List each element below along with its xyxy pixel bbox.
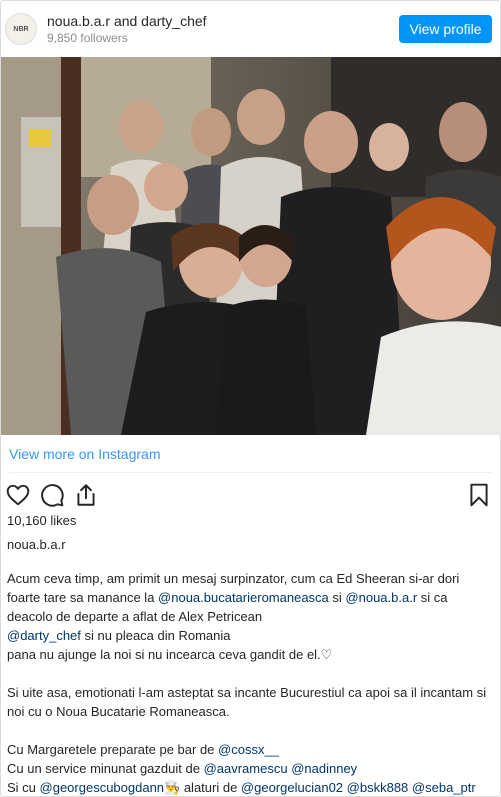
caption-paragraph-1: Acum ceva timp, am primit un mesaj surpi… xyxy=(7,569,494,664)
caption-text: Si cu xyxy=(7,780,40,795)
caption-text: pana nu ajunge la noi si nu incearca cev… xyxy=(7,647,333,662)
mention-link[interactable]: @noua.b.a.r xyxy=(345,590,417,605)
mention-link[interactable]: @darty_chef xyxy=(7,628,81,643)
likes-count[interactable]: 10,160 likes xyxy=(7,513,76,529)
instagram-embed: NBR noua.b.a.r and darty_chef 9,850 foll… xyxy=(0,0,501,797)
caption-text: si xyxy=(328,590,346,605)
divider xyxy=(9,472,492,473)
caption-text: Acum ceva timp, am primit un mesaj surpi… xyxy=(7,571,460,586)
mention-link[interactable]: @georgescubogdann xyxy=(40,780,165,795)
mention-link[interactable]: @bskk888 xyxy=(347,780,409,795)
post-photo[interactable] xyxy=(1,57,501,435)
caption-text: 👨‍🍳 alaturi de xyxy=(164,780,241,795)
caption-text: acolo de departe a aflat de Alex Petrice… xyxy=(21,609,263,624)
post-caption: Acum ceva timp, am primit un mesaj surpi… xyxy=(7,569,494,797)
caption-text: Si uite asa, emotionati l-am asteptat sa… xyxy=(7,685,487,700)
avatar[interactable]: NBR xyxy=(5,13,37,45)
caption-text: foarte tare sa manance la xyxy=(7,590,159,605)
heart-icon[interactable] xyxy=(5,482,31,508)
mention-link[interactable]: @aavramescu xyxy=(204,761,288,776)
post-header: NBR noua.b.a.r and darty_chef 9,850 foll… xyxy=(1,1,500,57)
post-owner[interactable]: noua.b.a.r xyxy=(7,537,66,553)
share-icon[interactable] xyxy=(73,482,99,508)
caption-paragraph-2: Si uite asa, emotionati l-am asteptat sa… xyxy=(7,683,494,721)
view-profile-button[interactable]: View profile xyxy=(399,15,492,43)
caption-paragraph-3: Cu Margaretele preparate pe bar de @coss… xyxy=(7,740,494,797)
action-bar xyxy=(5,481,492,509)
group-photo-image xyxy=(1,57,501,435)
mention-link[interactable]: @seba_ptr xyxy=(412,780,476,795)
mention-link[interactable]: @noua.bucatarieromaneasca xyxy=(158,590,329,605)
account-names: noua.b.a.r and darty_chef 9,850 follower… xyxy=(47,12,399,46)
mention-link[interactable]: @georgelucian02 xyxy=(241,780,343,795)
caption-text: noi cu o Noua Bucatarie Romaneasca. xyxy=(7,704,230,719)
caption-text: Cu Margaretele preparate pe bar de xyxy=(7,742,219,757)
bookmark-icon[interactable] xyxy=(466,482,492,508)
mention-link[interactable]: @cossx__ xyxy=(218,742,279,757)
followers-count: 9,850 followers xyxy=(47,31,128,45)
account-title[interactable]: noua.b.a.r and darty_chef xyxy=(47,12,399,30)
caption-text: Cu un service minunat gazduit de xyxy=(7,761,204,776)
view-more-link[interactable]: View more on Instagram xyxy=(9,445,160,463)
comment-icon[interactable] xyxy=(39,482,65,508)
mention-link[interactable]: @nadinney xyxy=(291,761,357,776)
caption-text: si nu pleaca din Romania xyxy=(80,628,231,643)
